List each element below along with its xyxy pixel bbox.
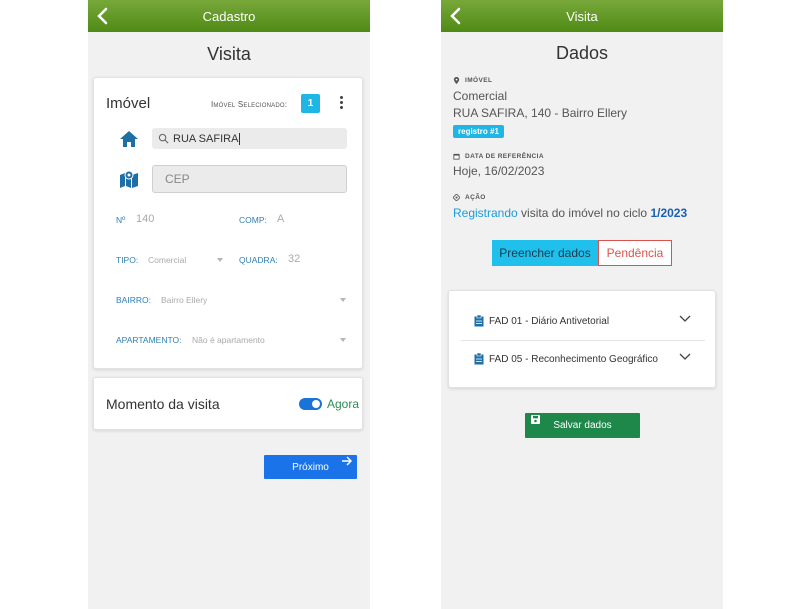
clipboard-icon: [474, 315, 484, 327]
numero-label: Nº: [116, 215, 126, 225]
fad-card: FAD 01 - Diário Antivetorial FAD 05 - Re…: [448, 290, 716, 388]
registro-badge: registro #1: [453, 125, 504, 138]
search-icon: [158, 133, 169, 144]
page-title: Dados: [555, 43, 609, 63]
clipboard-icon: [474, 353, 484, 365]
chevron-down-icon[interactable]: [679, 353, 691, 361]
calendar-icon: [453, 153, 460, 160]
save-button-label: Salvar dados: [553, 420, 612, 431]
back-arrow-icon[interactable]: [445, 5, 467, 27]
selected-label: Imóvel Selecionado:: [211, 100, 288, 109]
tab-preencher-dados[interactable]: Preencher dados: [492, 240, 598, 266]
data-referencia: Hoje, 16/02/2023: [453, 164, 545, 178]
next-button[interactable]: Próximo: [264, 455, 357, 479]
momento-card: Momento da visita Agora: [93, 377, 363, 430]
fad-item-label: FAD 05 - Reconhecimento Geográfico: [489, 353, 658, 365]
acao-verb: Registrando: [453, 206, 518, 220]
fad-item-05[interactable]: FAD 05 - Reconhecimento Geográfico: [461, 341, 705, 377]
imovel-section-label: IMÓVEL: [453, 77, 492, 84]
arrow-right-icon: [342, 456, 353, 466]
tab-pendencia[interactable]: Pendência: [598, 240, 672, 266]
acao-text: Registrando visita do imóvel no ciclo 1/…: [453, 206, 687, 220]
action-icon: [453, 194, 460, 201]
chevron-down-icon[interactable]: [679, 315, 691, 323]
save-button[interactable]: Salvar dados: [525, 413, 640, 438]
location-pin-icon: [453, 77, 460, 84]
apartamento-label: APARTAMENTO:: [116, 335, 182, 345]
data-label-text: DATA DE REFERÊNCIA: [465, 153, 544, 160]
header-bar: Cadastro: [88, 0, 370, 32]
home-icon: [119, 129, 139, 149]
apartamento-select[interactable]: Não é apartamento: [192, 335, 265, 345]
quadra-label: QUADRA:: [239, 255, 278, 265]
bairro-dropdown-icon[interactable]: [340, 298, 346, 302]
imovel-endereco: RUA SAFIRA, 140 - Bairro Ellery: [453, 106, 628, 120]
page-title: Visita: [207, 44, 251, 64]
map-marker-icon: [119, 169, 139, 189]
fad-item-01[interactable]: FAD 01 - Diário Antivetorial: [461, 303, 705, 339]
selected-count-badge: 1: [301, 94, 320, 113]
bairro-select[interactable]: Bairro Ellery: [161, 295, 207, 305]
imovel-label-text: IMÓVEL: [465, 77, 493, 84]
imovel-card: Imóvel Imóvel Selecionado: 1 RUA SAFIRA …: [93, 77, 363, 369]
data-section-label: DATA DE REFERÊNCIA: [453, 153, 544, 160]
comp-field[interactable]: A: [277, 213, 284, 225]
header-bar: Visita: [441, 0, 723, 32]
tipo-label: TIPO:: [116, 255, 139, 265]
cep-input[interactable]: CEP: [152, 165, 347, 193]
header-title: Cadastro: [202, 8, 256, 24]
tipo-dropdown-icon[interactable]: [217, 258, 223, 262]
cadastro-screen: Cadastro Visita Imóvel Imóvel Selecionad…: [88, 0, 370, 609]
agora-toggle[interactable]: [299, 398, 322, 410]
acao-ciclo: 1/2023: [650, 206, 688, 220]
address-search-input[interactable]: RUA SAFIRA: [152, 128, 347, 149]
acao-section-label: AÇÃO: [453, 194, 486, 201]
text-cursor: [239, 132, 241, 145]
next-button-label: Próximo: [292, 461, 329, 473]
header-title: Visita: [566, 8, 598, 24]
momento-label: Momento da visita: [106, 396, 220, 412]
comp-label: COMP:: [239, 215, 267, 225]
floppy-disk-icon: [531, 415, 540, 424]
agora-label: Agora: [327, 397, 360, 411]
tipo-select[interactable]: Comercial: [148, 255, 186, 265]
quadra-field[interactable]: 32: [288, 253, 300, 265]
imovel-tipo: Comercial: [453, 89, 508, 103]
more-options-icon[interactable]: [337, 95, 345, 111]
acao-middle: visita do imóvel no ciclo: [517, 206, 651, 220]
acao-label-text: AÇÃO: [465, 194, 486, 201]
fad-item-label: FAD 01 - Diário Antivetorial: [489, 315, 610, 327]
visita-screen: Visita Dados IMÓVEL Comercial RUA SAFIRA…: [441, 0, 723, 609]
numero-field[interactable]: 140: [136, 213, 154, 225]
imovel-title: Imóvel: [106, 95, 151, 112]
back-arrow-icon[interactable]: [92, 5, 114, 27]
search-value: RUA SAFIRA: [173, 132, 239, 145]
bairro-label: BAIRRO:: [116, 295, 151, 305]
apartamento-dropdown-icon[interactable]: [340, 338, 346, 342]
